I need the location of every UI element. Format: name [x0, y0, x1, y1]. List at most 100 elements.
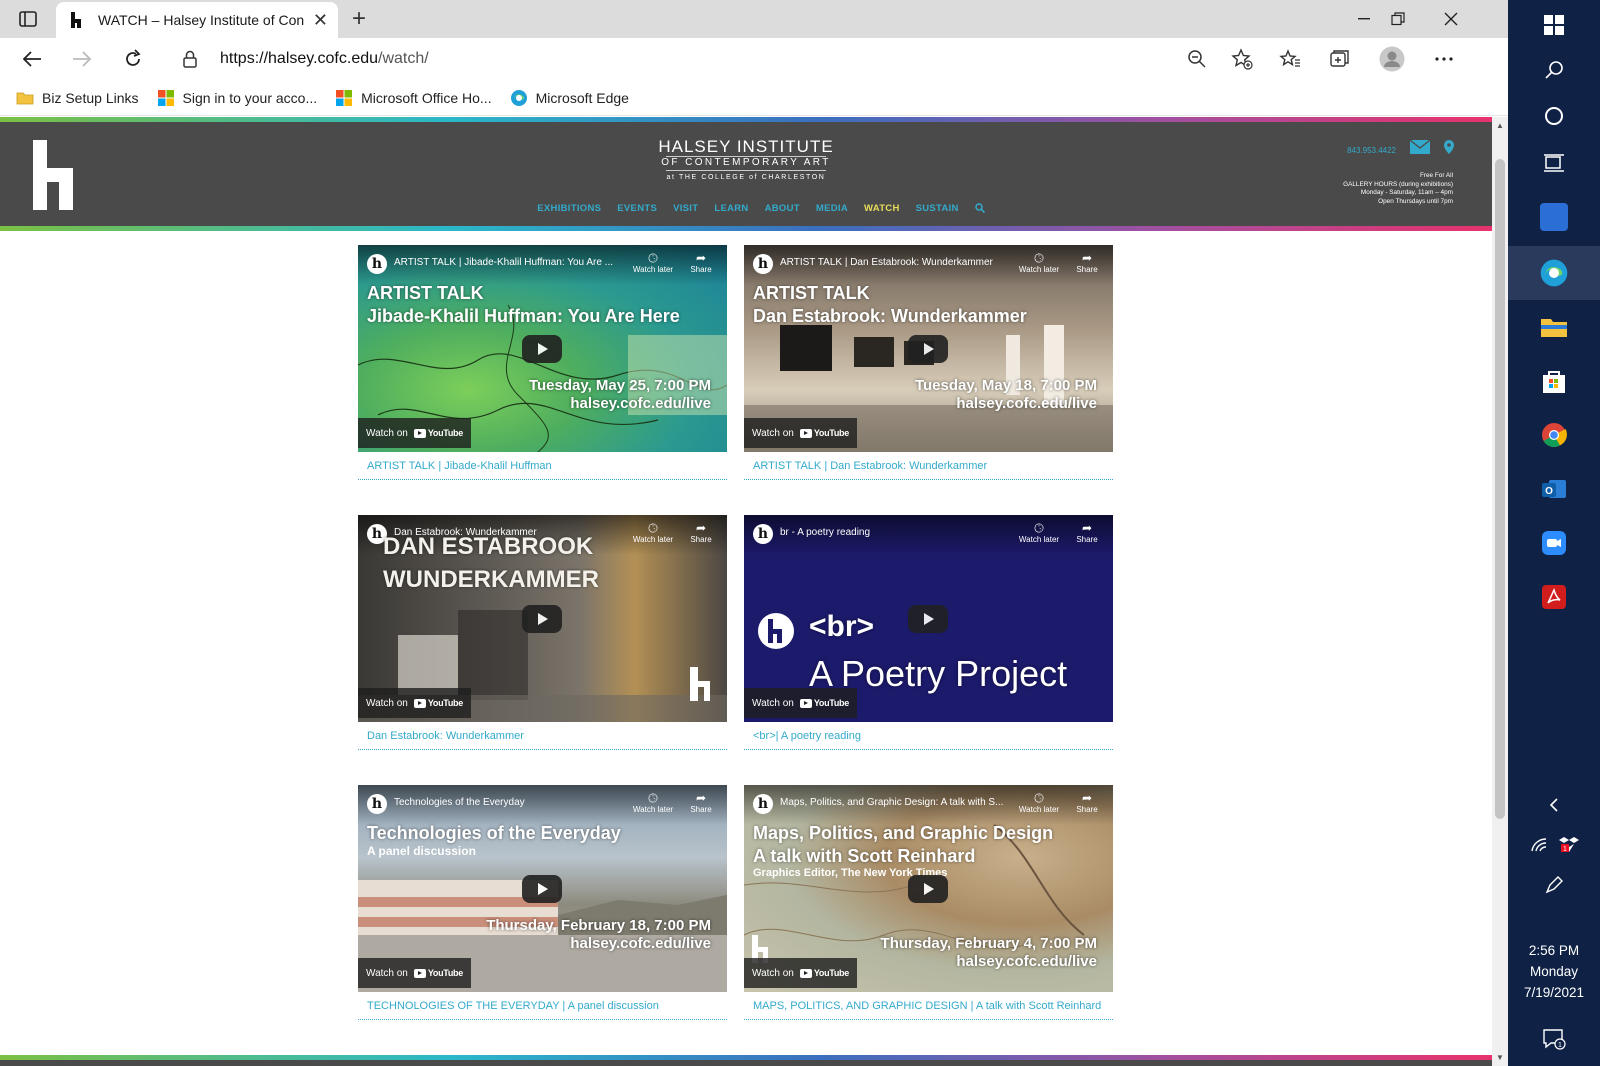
tab-actions-button[interactable]: [0, 0, 56, 38]
new-tab-button[interactable]: +: [344, 4, 374, 34]
watch-later-button[interactable]: 🕓︎ Watch later: [631, 791, 675, 814]
watch-later-button[interactable]: 🕓︎ Watch later: [1017, 791, 1061, 814]
scrollbar-thumb[interactable]: [1495, 159, 1505, 819]
share-button[interactable]: ➦ Share: [679, 791, 723, 814]
video-embed[interactable]: h Dan Estabrook: Wunderkammer 🕓︎ Watch la…: [358, 515, 727, 722]
video-embed[interactable]: h ARTIST TALK | Jibade-Khalil Huffman: Y…: [358, 245, 727, 452]
video-embed[interactable]: h Maps, Politics, and Graphic Design: A …: [744, 785, 1113, 992]
video-title[interactable]: Maps, Politics, and Graphic Design: A ta…: [780, 797, 1010, 808]
pen-button[interactable]: [1508, 860, 1600, 910]
video-caption-link[interactable]: <br>| A poetry reading: [744, 722, 1113, 750]
tab-close-icon[interactable]: ✕: [313, 10, 328, 31]
play-button[interactable]: [908, 605, 948, 633]
taskbar-app-chrome[interactable]: [1508, 410, 1600, 460]
play-button[interactable]: [522, 875, 562, 903]
nav-media[interactable]: MEDIA: [816, 203, 848, 216]
nav-search[interactable]: [974, 203, 985, 216]
watch-on-youtube-button[interactable]: Watch on YouTube: [358, 688, 471, 718]
watch-on-youtube-button[interactable]: Watch on YouTube: [744, 418, 857, 448]
channel-avatar[interactable]: h: [753, 794, 773, 814]
channel-avatar[interactable]: h: [753, 254, 773, 274]
add-favorite-icon[interactable]: [1231, 48, 1253, 70]
channel-avatar[interactable]: h: [367, 794, 387, 814]
taskbar-app-acrobat[interactable]: [1508, 572, 1600, 622]
wifi-icon[interactable]: [1530, 837, 1548, 853]
share-button[interactable]: ➦ Share: [1065, 251, 1109, 274]
play-button[interactable]: [522, 605, 562, 633]
video-caption-link[interactable]: MAPS, POLITICS, AND GRAPHIC DESIGN | A t…: [744, 992, 1113, 1020]
watch-on-youtube-button[interactable]: Watch on YouTube: [744, 688, 857, 718]
share-button[interactable]: ➦ Share: [679, 521, 723, 544]
video-embed[interactable]: h ARTIST TALK | Dan Estabrook: Wunderkam…: [744, 245, 1113, 452]
watch-later-button[interactable]: 🕓︎ Watch later: [631, 521, 675, 544]
play-button[interactable]: [908, 875, 948, 903]
phone-link[interactable]: 843.953.4422: [1347, 146, 1396, 155]
video-title[interactable]: Technologies of the Everyday: [394, 797, 624, 808]
video-caption-link[interactable]: ARTIST TALK | Dan Estabrook: Wunderkamme…: [744, 452, 1113, 480]
dropbox-icon[interactable]: 1: [1558, 836, 1579, 854]
share-button[interactable]: ➦ Share: [1065, 791, 1109, 814]
nav-exhibitions[interactable]: EXHIBITIONS: [537, 203, 601, 216]
share-button[interactable]: ➦ Share: [1065, 521, 1109, 544]
video-title[interactable]: ARTIST TALK | Jibade-Khalil Huffman: You…: [394, 257, 624, 268]
page-scrollbar[interactable]: ▲ ▼: [1492, 117, 1508, 1066]
notifications-button[interactable]: 1: [1508, 1014, 1600, 1064]
taskbar-clock[interactable]: 2:56 PM Monday 7/19/2021: [1508, 940, 1600, 1003]
bookmark-office-home[interactable]: Microsoft Office Ho...: [335, 89, 492, 107]
cortana-button[interactable]: [1508, 91, 1600, 141]
scroll-up-icon[interactable]: ▲: [1496, 121, 1504, 130]
watch-later-button[interactable]: 🕓︎ Watch later: [1017, 521, 1061, 544]
video-caption-link[interactable]: Dan Estabrook: Wunderkammer: [358, 722, 727, 750]
task-view-button[interactable]: [1508, 138, 1600, 188]
taskbar-app-store[interactable]: [1508, 356, 1600, 406]
nav-learn[interactable]: LEARN: [714, 203, 748, 216]
watch-later-button[interactable]: 🕓︎ Watch later: [631, 251, 675, 274]
address-bar[interactable]: https://halsey.cofc.edu/watch/: [168, 42, 1273, 76]
bookmark-microsoft-edge[interactable]: Microsoft Edge: [510, 89, 629, 107]
forward-button[interactable]: [66, 44, 98, 74]
taskbar-app-scanner[interactable]: [1508, 192, 1600, 242]
taskbar-app-file-explorer[interactable]: [1508, 302, 1600, 352]
nav-about[interactable]: ABOUT: [765, 203, 800, 216]
taskbar-app-zoom[interactable]: [1508, 518, 1600, 568]
nav-events[interactable]: EVENTS: [617, 203, 657, 216]
watch-on-youtube-button[interactable]: Watch on YouTube: [744, 958, 857, 988]
taskbar-app-edge[interactable]: [1508, 246, 1600, 300]
nav-sustain[interactable]: SUSTAIN: [916, 203, 959, 216]
bookmark-sign-in[interactable]: Sign in to your acco...: [157, 89, 317, 107]
video-title[interactable]: ARTIST TALK | Dan Estabrook: Wunderkamme…: [780, 257, 1010, 268]
collections-button[interactable]: [1324, 44, 1356, 74]
back-button[interactable]: [16, 44, 48, 74]
start-button[interactable]: [1508, 0, 1600, 50]
channel-avatar[interactable]: h: [753, 524, 773, 544]
play-button[interactable]: [522, 335, 562, 363]
search-button[interactable]: [1508, 45, 1600, 95]
bookmark-biz-setup-links[interactable]: Biz Setup Links: [16, 89, 139, 107]
watch-on-youtube-button[interactable]: Watch on YouTube: [358, 958, 471, 988]
zoom-out-icon[interactable]: [1187, 49, 1207, 69]
video-embed[interactable]: h br - A poetry reading 🕓︎ Watch later ➦ S…: [744, 515, 1113, 722]
video-caption-link[interactable]: ARTIST TALK | Jibade-Khalil Huffman: [358, 452, 727, 480]
share-icon: ➦: [1081, 521, 1093, 535]
nav-watch[interactable]: WATCH: [864, 203, 900, 216]
play-button[interactable]: [908, 335, 948, 363]
channel-avatar[interactable]: h: [367, 254, 387, 274]
close-window-button[interactable]: [1427, 0, 1475, 38]
watch-on-youtube-button[interactable]: Watch on YouTube: [358, 418, 471, 448]
favorites-button[interactable]: [1274, 44, 1306, 74]
more-menu-button[interactable]: [1428, 44, 1460, 74]
taskbar-app-outlook[interactable]: O: [1508, 464, 1600, 514]
video-title[interactable]: br - A poetry reading: [780, 527, 1010, 538]
tab-active[interactable]: WATCH – Halsey Institute of Con ✕: [56, 2, 338, 38]
restore-button[interactable]: [1374, 0, 1422, 38]
share-button[interactable]: ➦ Share: [679, 251, 723, 274]
watch-later-button[interactable]: 🕓︎ Watch later: [1017, 251, 1061, 274]
refresh-button[interactable]: [117, 44, 149, 74]
mail-icon[interactable]: [1410, 140, 1430, 154]
map-pin-icon[interactable]: [1444, 140, 1454, 154]
nav-visit[interactable]: VISIT: [673, 203, 698, 216]
video-caption-link[interactable]: TECHNOLOGIES OF THE EVERYDAY | A panel d…: [358, 992, 727, 1020]
scroll-down-icon[interactable]: ▼: [1496, 1053, 1504, 1062]
video-embed[interactable]: h Technologies of the Everyday 🕓︎ Watch l…: [358, 785, 727, 992]
profile-button[interactable]: [1376, 44, 1408, 74]
